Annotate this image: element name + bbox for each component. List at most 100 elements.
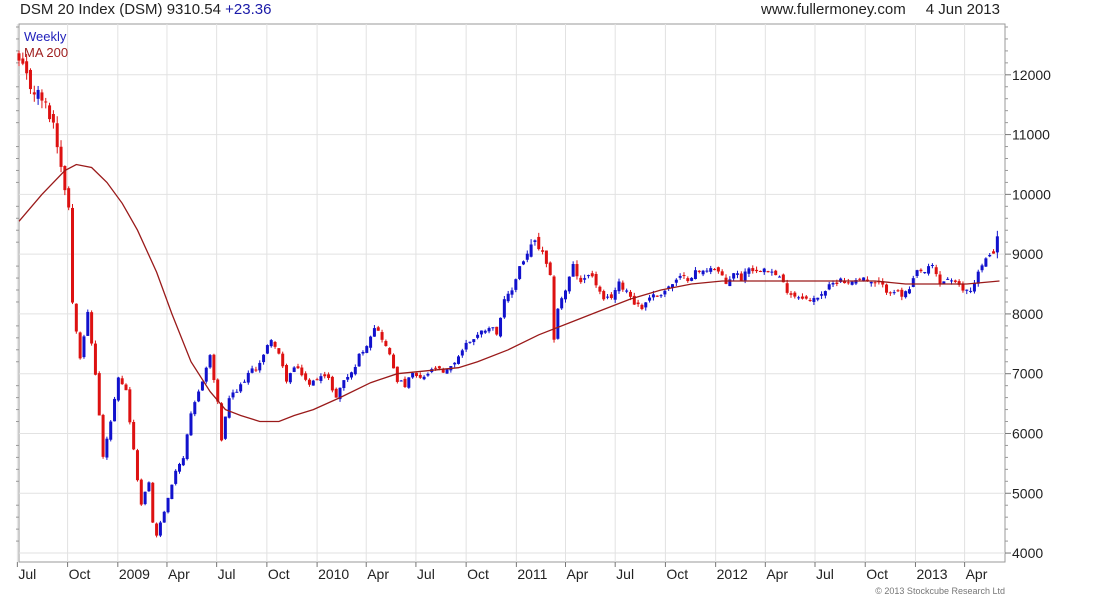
candle-down <box>40 92 44 101</box>
x-tick-label: Jul <box>816 566 834 582</box>
candle-down <box>541 250 545 252</box>
candle-down <box>71 207 75 303</box>
x-tick-label: Apr <box>567 566 589 582</box>
candle-up <box>239 384 243 392</box>
candle-down <box>307 379 311 385</box>
y-tick-label: 6000 <box>1012 425 1043 441</box>
candle-up <box>972 282 976 292</box>
candle-up <box>113 398 117 422</box>
candle-down <box>254 369 258 371</box>
y-tick-label: 8000 <box>1012 306 1043 322</box>
candle-up <box>907 289 911 294</box>
candle-up <box>372 328 376 337</box>
candle-up <box>174 470 178 484</box>
candle-up <box>613 290 617 300</box>
candle-up <box>36 89 40 99</box>
candle-up <box>690 277 694 281</box>
candle-up <box>82 336 86 358</box>
candle-up <box>460 350 464 356</box>
candle-down <box>323 374 327 377</box>
candle-up <box>514 279 518 290</box>
candle-up <box>250 368 254 373</box>
candle-down <box>755 269 759 272</box>
candle-down <box>713 269 717 271</box>
candle-up <box>365 346 369 353</box>
candle-up <box>200 381 204 391</box>
candle-down <box>938 274 942 285</box>
candle-up <box>823 291 827 296</box>
candle-down <box>548 262 552 275</box>
x-tick-label: 2013 <box>916 566 947 582</box>
candle-down <box>376 327 380 331</box>
candle-up <box>915 270 919 277</box>
candle-up <box>158 522 162 536</box>
copyright-text: © 2013 Stockcube Research Ltd <box>875 586 1005 596</box>
candle-up <box>659 295 663 297</box>
candle-down <box>285 365 289 382</box>
candle-up <box>422 376 426 380</box>
candle-down <box>101 414 105 457</box>
candle-down <box>120 378 124 385</box>
candle-up <box>178 463 182 472</box>
candle-up <box>812 298 816 302</box>
candle-up <box>560 298 564 309</box>
candle-down <box>888 292 892 294</box>
candle-up <box>518 266 522 279</box>
candle-down <box>384 341 388 346</box>
x-tick-label: 2012 <box>717 566 748 582</box>
candle-up <box>288 373 292 383</box>
x-tick-label: Jul <box>218 566 236 582</box>
candle-up <box>625 290 629 292</box>
candle-down <box>97 373 101 416</box>
candle-down <box>90 312 94 344</box>
x-tick-label: 2009 <box>119 566 150 582</box>
candle-up <box>571 264 575 277</box>
candle-down <box>544 250 548 264</box>
candle-down <box>789 293 793 295</box>
candle-up <box>456 356 460 364</box>
x-tick-label: Apr <box>168 566 190 582</box>
candle-down <box>434 367 438 369</box>
candle-up <box>204 367 208 382</box>
candle-up <box>227 398 231 418</box>
candle-down <box>139 479 143 505</box>
candle-down <box>896 290 900 292</box>
candle-down <box>590 273 594 277</box>
candle-down <box>59 146 63 167</box>
candle-up <box>185 434 189 460</box>
candle-down <box>78 332 82 359</box>
candle-up <box>586 275 590 277</box>
candle-up <box>491 327 495 329</box>
candle-down <box>686 278 690 282</box>
candle-down <box>594 273 598 286</box>
candle-up <box>399 380 403 382</box>
candle-up <box>269 340 273 347</box>
candle-up <box>911 278 915 287</box>
x-tick-label: Oct <box>666 566 688 582</box>
candle-down <box>682 275 686 277</box>
candle-up <box>904 291 908 298</box>
candle-up <box>831 283 835 285</box>
candle-up <box>988 254 992 257</box>
candle-down <box>212 354 216 381</box>
candle-down <box>296 366 300 369</box>
candle-down <box>151 482 155 523</box>
candle-up <box>820 294 824 296</box>
candle-up <box>862 277 866 281</box>
candle-up <box>778 276 782 278</box>
candle-up <box>747 268 751 274</box>
candle-down <box>330 376 334 391</box>
candle-up <box>147 482 151 492</box>
candle-down <box>74 303 78 332</box>
candle-up <box>984 258 988 267</box>
candle-up <box>353 367 357 375</box>
candle-up <box>170 484 174 500</box>
candle-down <box>334 388 338 398</box>
candle-up <box>930 265 934 267</box>
candle-up <box>445 368 449 374</box>
candle-down <box>67 188 71 208</box>
x-tick-label: Jul <box>616 566 634 582</box>
candle-up <box>342 380 346 389</box>
candle-down <box>992 251 996 254</box>
candle-down <box>28 69 32 90</box>
